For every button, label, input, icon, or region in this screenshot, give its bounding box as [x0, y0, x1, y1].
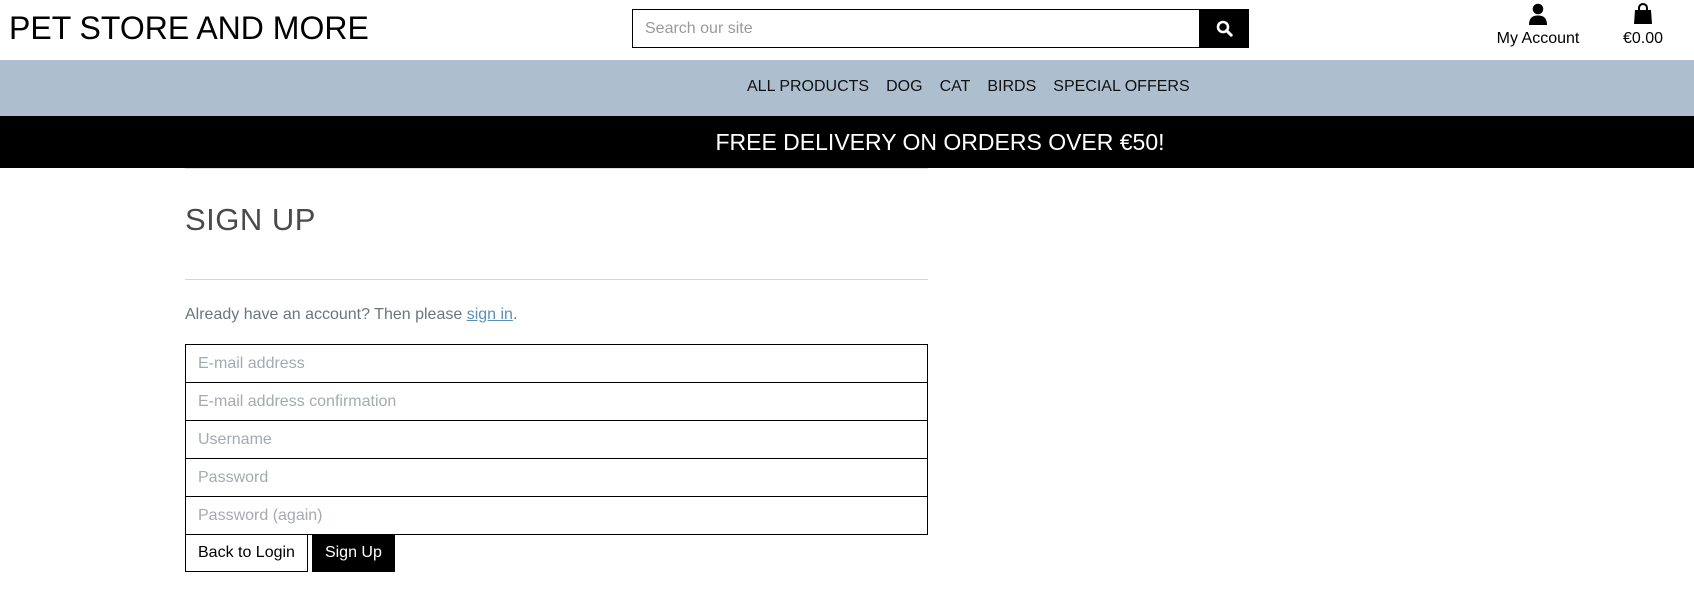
search-form: [632, 9, 1249, 48]
bag-total: €0.00: [1622, 30, 1664, 47]
my-account-label: My Account: [1496, 30, 1580, 47]
password-again-field[interactable]: [185, 496, 928, 535]
nav-list: ALL PRODUCTS DOG CAT BIRDS SPECIAL OFFER…: [747, 77, 1190, 97]
username-field[interactable]: [185, 420, 928, 459]
nav-item-dog[interactable]: DOG: [886, 77, 922, 97]
divider: [185, 168, 928, 169]
signin-prompt-text: Already have an account? Then please: [185, 306, 467, 323]
page-title: SIGN UP: [185, 202, 316, 237]
user-icon: [1529, 3, 1547, 25]
signin-prompt-suffix: .: [512, 306, 518, 323]
email-field[interactable]: [185, 344, 928, 383]
form-actions: Back to Login Sign Up: [185, 534, 395, 572]
delivery-banner-text: FREE DELIVERY ON ORDERS OVER €50!: [715, 129, 1165, 155]
top-header: PET STORE AND MORE My Account €0.00: [0, 0, 1694, 60]
shopping-bag-icon: [1634, 2, 1652, 24]
password-field[interactable]: [185, 458, 928, 497]
delivery-banner: FREE DELIVERY ON ORDERS OVER €50!: [0, 116, 1694, 168]
search-icon: [1216, 20, 1233, 37]
nav-item-cat[interactable]: CAT: [940, 77, 971, 97]
nav-item-special-offers[interactable]: SPECIAL OFFERS: [1053, 77, 1189, 97]
shopping-bag-link[interactable]: €0.00: [1618, 2, 1668, 51]
search-button[interactable]: [1199, 9, 1249, 48]
signin-link[interactable]: sign in: [467, 306, 513, 323]
my-account-link[interactable]: My Account: [1490, 3, 1586, 51]
back-to-login-button[interactable]: Back to Login: [185, 534, 308, 572]
main-nav: ALL PRODUCTS DOG CAT BIRDS SPECIAL OFFER…: [0, 60, 1694, 116]
nav-item-birds[interactable]: BIRDS: [987, 77, 1036, 97]
search-input[interactable]: [632, 9, 1199, 48]
site-logo[interactable]: PET STORE AND MORE: [9, 10, 369, 46]
sign-up-button[interactable]: Sign Up: [311, 534, 395, 572]
email-confirm-field[interactable]: [185, 382, 928, 421]
signin-prompt: Already have an account? Then please sig…: [185, 305, 517, 325]
title-divider: [185, 279, 928, 280]
signup-form: [185, 344, 928, 535]
nav-item-all-products[interactable]: ALL PRODUCTS: [747, 77, 869, 97]
